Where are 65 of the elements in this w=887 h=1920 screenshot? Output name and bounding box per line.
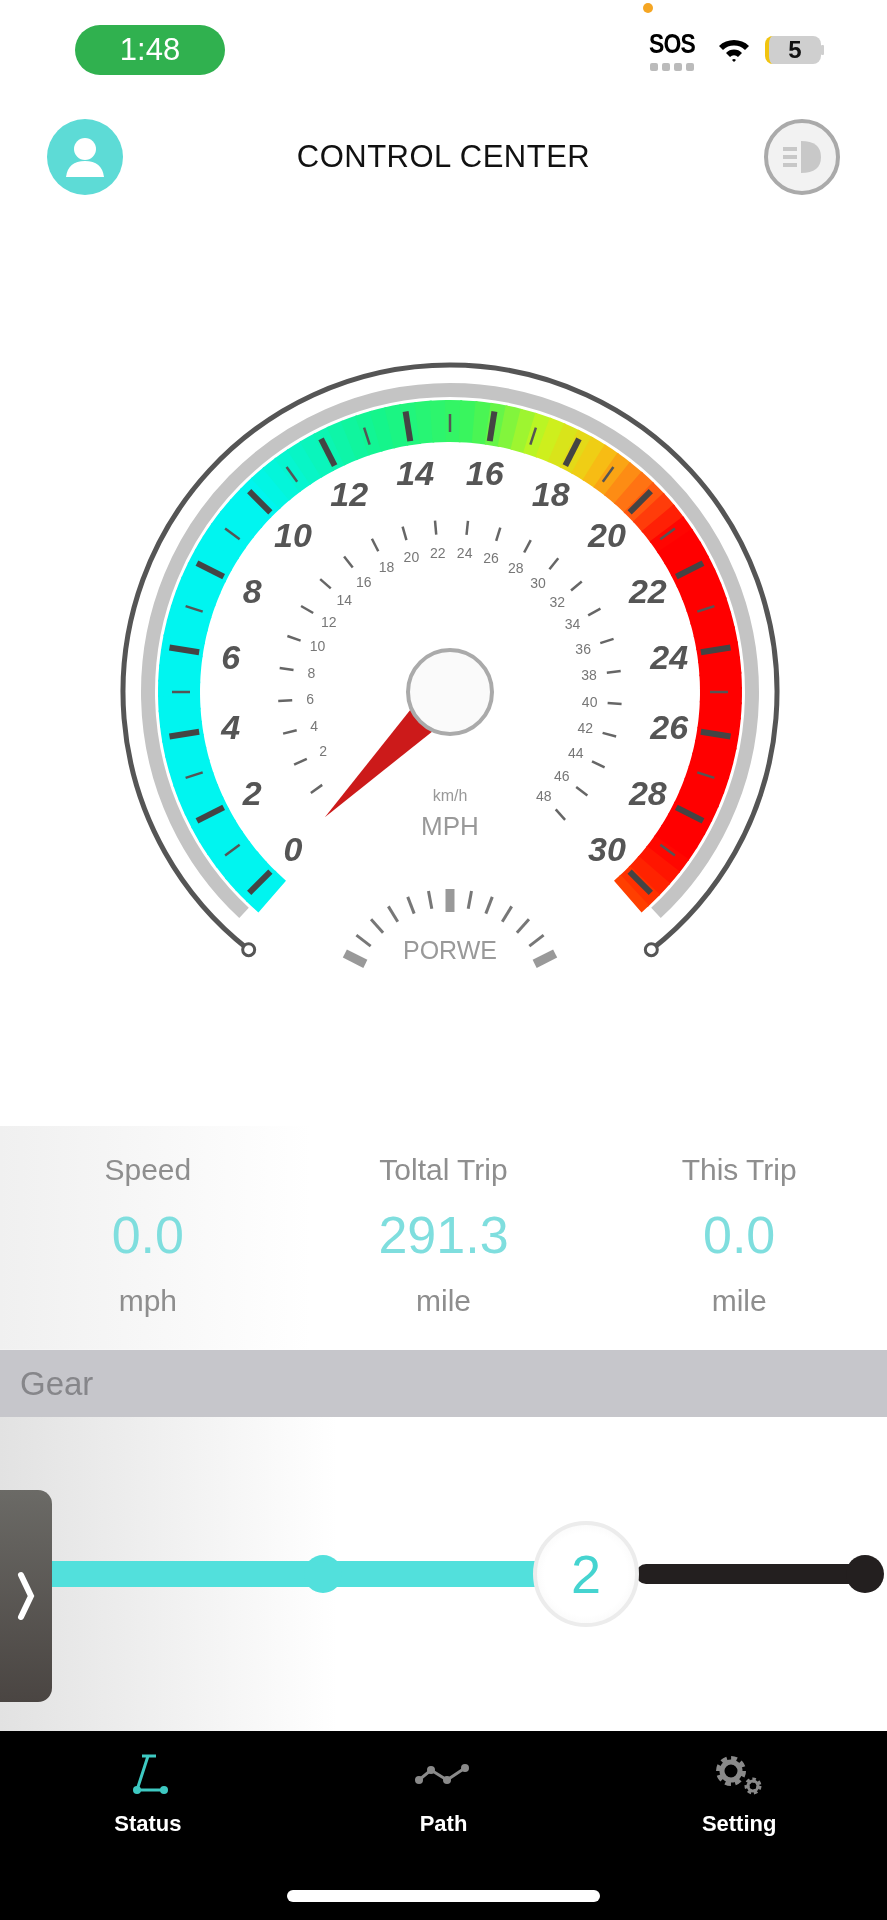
mph-label: 2: [242, 773, 262, 812]
unit-label: km/h: [432, 787, 468, 804]
kmh-label: 40: [581, 693, 598, 710]
wifi-icon: [717, 37, 751, 63]
kmh-label: 38: [581, 666, 597, 683]
kmh-label: 46: [554, 768, 570, 785]
kmh-label: 10: [309, 638, 326, 655]
mph-label: 0: [283, 830, 303, 868]
kmh-label: 12: [320, 614, 337, 630]
mph-label: 4: [221, 707, 241, 746]
kmh-label: 32: [549, 594, 566, 610]
kmh-label: 20: [403, 549, 420, 566]
kmh-label: 30: [530, 575, 546, 592]
stat-label: This Trip: [681, 1152, 797, 1188]
kmh-label: 2: [319, 743, 327, 760]
tab-item[interactable]: Path: [295, 1731, 592, 1837]
kmh-label: 24: [456, 544, 473, 561]
mph-label: 16: [465, 453, 504, 492]
kmh-label: 22: [430, 544, 446, 561]
kmh-label: 34: [564, 616, 581, 633]
kmh-label: 26: [483, 550, 499, 567]
power-label: PORWE: [403, 936, 497, 964]
privacy-indicator-icon: [642, 3, 653, 13]
kmh-label: 6: [306, 691, 315, 708]
stat-value: 0.0: [111, 1205, 184, 1266]
kmh-label: 16: [356, 573, 372, 590]
kmh-label: 48: [535, 788, 552, 805]
mph-label: 10: [274, 516, 312, 554]
mph-label: 28: [628, 773, 667, 812]
mph-label: 22: [628, 572, 667, 611]
mph-label: 18: [531, 475, 570, 514]
kmh-label: 4: [310, 717, 319, 734]
kmh-label: 8: [307, 664, 316, 681]
carrier-label: SOS: [649, 29, 695, 60]
stat-unit: mile: [711, 1283, 767, 1319]
mph-label: 14: [396, 453, 435, 492]
page-title: CONTROL CENTER: [296, 139, 591, 175]
side-drawer-handle[interactable]: [0, 1490, 52, 1702]
kmh-label: 42: [577, 720, 593, 737]
kmh-label: 28: [507, 560, 524, 577]
stat-value: 0.0: [703, 1205, 776, 1266]
stat-unit: mph: [118, 1283, 177, 1319]
kmh-label: 44: [568, 745, 584, 762]
kmh-label: 36: [575, 640, 591, 657]
kmh-label: 14: [336, 592, 353, 609]
tab-item[interactable]: Setting: [591, 1731, 887, 1837]
stat-unit: mile: [416, 1283, 471, 1319]
status-time: 1:48: [75, 25, 225, 75]
mph-label: 6: [221, 638, 241, 677]
mph-label: 20: [588, 516, 626, 554]
tab-item[interactable]: Status: [0, 1731, 296, 1837]
mph-label: 24: [650, 638, 689, 677]
stat-label: Speed: [104, 1152, 192, 1188]
mph-label: 30: [588, 830, 626, 868]
stat-value: 291.3: [378, 1205, 509, 1266]
mph-label: 12: [330, 475, 369, 514]
unit-label: MPH: [421, 811, 479, 841]
chevron-right-icon: [17, 1571, 35, 1621]
mph-label: 26: [650, 707, 689, 746]
section-header: Gear: [0, 1350, 887, 1417]
stat-label: Toltal Trip: [379, 1152, 508, 1188]
slider-stop: [846, 1555, 884, 1593]
kmh-label: 18: [378, 559, 395, 576]
mph-label: 8: [242, 572, 262, 611]
signal-dots-icon: [650, 63, 694, 71]
